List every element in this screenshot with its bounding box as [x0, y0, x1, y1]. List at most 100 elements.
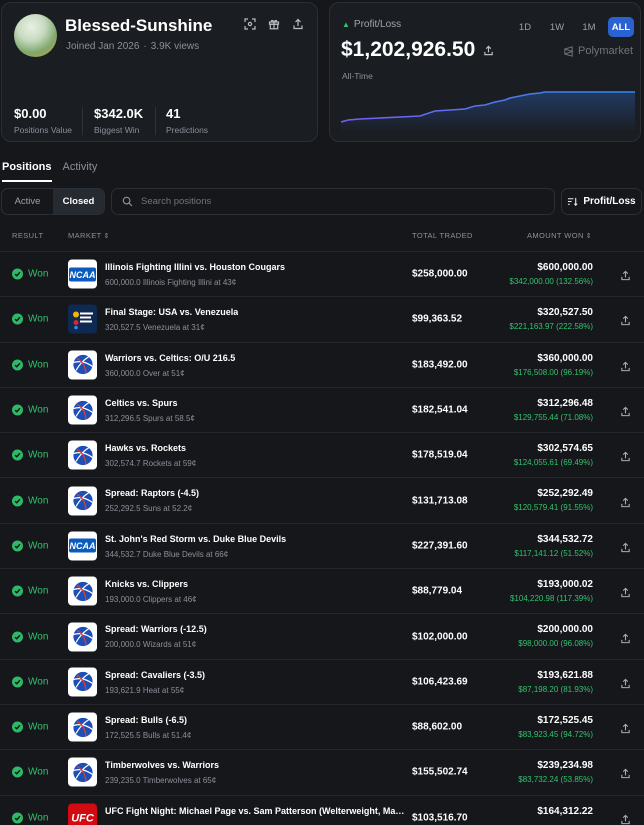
market-logo [68, 667, 97, 697]
profit-change: $120,579.41 (91.55%) [513, 503, 593, 513]
profile-meta: Joined Jan 2026 · 3.9K views [66, 41, 199, 52]
amount-won: $600,000.00 [537, 262, 593, 273]
market-title[interactable]: Hawks vs. Rockets [105, 443, 186, 453]
profit-change: $221,163.97 (222.58%) [509, 322, 593, 332]
total-traded: $106,423.69 [412, 676, 468, 688]
sort-profit-loss-button[interactable]: Profit/Loss [561, 188, 642, 215]
share-icon[interactable] [291, 17, 305, 31]
share-icon[interactable] [620, 676, 632, 688]
share-icon[interactable] [620, 812, 632, 824]
position-row[interactable]: Won Knicks vs. Clippers 193,000.0 Clippe… [0, 568, 644, 613]
result-label: Won [28, 721, 49, 733]
share-icon[interactable] [620, 766, 632, 779]
filter-closed-button[interactable]: Closed [53, 189, 104, 214]
share-icon[interactable] [620, 540, 632, 553]
gift-icon[interactable] [267, 17, 281, 31]
position-row[interactable]: Won Spread: Bulls (-6.5) 172,525.5 Bulls… [0, 703, 644, 749]
position-row[interactable]: Won Final Stage: USA vs. Venezuela 320,5… [0, 296, 644, 341]
check-circle-icon [12, 540, 23, 552]
position-row[interactable]: Won NCAA St. John's Red Storm vs. Duke B… [0, 522, 644, 568]
sort-arrows-icon: ⇕ [103, 232, 110, 240]
check-circle-icon [12, 585, 23, 597]
market-title[interactable]: Illinois Fighting Illini vs. Houston Cou… [105, 262, 285, 272]
market-title[interactable]: Spread: Raptors (-4.5) [105, 488, 199, 498]
position-row[interactable]: Won Timberwolves vs. Warriors 239,235.0 … [0, 749, 644, 794]
avatar[interactable] [14, 14, 57, 57]
amount-won: $360,000.00 [537, 352, 593, 364]
position-row[interactable]: Won Spread: Warriors (-12.5) 200,000.0 W… [0, 613, 644, 658]
total-traded: $88,602.00 [412, 721, 463, 733]
stat-label: Predictions [166, 125, 209, 135]
total-traded: $99,363.52 [412, 313, 463, 325]
search-input[interactable] [141, 196, 521, 207]
scan-icon[interactable] [243, 17, 257, 31]
up-triangle-icon: ▲ [342, 20, 350, 29]
svg-text:NCAA: NCAA [70, 541, 96, 551]
market-title[interactable]: Knicks vs. Clippers [105, 579, 188, 589]
check-circle-icon [12, 404, 23, 416]
pnl-chart [340, 91, 635, 131]
share-icon[interactable] [620, 449, 632, 462]
market-logo: NCAA [68, 531, 97, 561]
time-range-selector: 1D 1W 1M ALL [512, 17, 634, 37]
column-market[interactable]: MARKET ⇕ [68, 231, 110, 240]
share-icon[interactable] [620, 495, 632, 507]
range-all[interactable]: ALL [608, 17, 634, 37]
share-icon[interactable] [620, 268, 632, 281]
tab-activity[interactable]: Activity [63, 161, 98, 182]
market-title[interactable]: St. John's Red Storm vs. Duke Blue Devil… [105, 534, 286, 544]
market-title[interactable]: Warriors vs. Celtics: O/U 216.5 [105, 353, 235, 363]
stat-label: Positions Value [14, 125, 72, 135]
market-title[interactable]: Spread: Warriors (-12.5) [105, 624, 207, 634]
market-title[interactable]: Final Stage: USA vs. Venezuela [105, 307, 238, 317]
position-row[interactable]: Won NCAA Illinois Fighting Illini vs. Ho… [0, 251, 644, 296]
market-title[interactable]: Timberwolves vs. Warriors [105, 760, 219, 770]
market-logo: UFC [68, 803, 97, 825]
range-1w[interactable]: 1W [544, 17, 570, 37]
ncaa-logo-icon: NCAA [69, 267, 96, 282]
market-title[interactable]: UFC Fight Night: Michael Page vs. Sam Pa… [105, 806, 405, 816]
market-title[interactable]: Spread: Cavaliers (-3.5) [105, 670, 205, 680]
share-icon[interactable] [483, 45, 494, 56]
result-won: Won [12, 631, 48, 643]
result-label: Won [28, 495, 49, 507]
profit-loss-value-row: $1,202,926.50 [341, 38, 494, 62]
check-circle-icon [12, 812, 23, 824]
nba-logo-icon [72, 444, 93, 466]
result-label: Won [28, 359, 49, 371]
share-icon[interactable] [620, 721, 632, 734]
amount-won: $193,621.88 [537, 669, 593, 681]
ufc-logo-icon: UFC [71, 813, 95, 825]
stat-predictions: 41 Predictions [166, 106, 208, 135]
position-row[interactable]: Won Celtics vs. Spurs 312,296.5 Spurs at… [0, 386, 644, 432]
position-row[interactable]: Won Hawks vs. Rockets 302,574.7 Rockets … [0, 432, 644, 477]
column-amount-won-label: AMOUNT WON [527, 231, 584, 240]
range-1d[interactable]: 1D [512, 17, 538, 37]
amount-won: $252,292.49 [537, 488, 593, 500]
check-circle-icon [12, 676, 23, 688]
share-icon[interactable] [620, 631, 632, 643]
market-title[interactable]: Celtics vs. Spurs [105, 398, 178, 408]
result-won: Won [12, 812, 48, 824]
column-amount-won[interactable]: AMOUNT WON ⇕ [527, 231, 592, 240]
position-row[interactable]: Won Spread: Raptors (-4.5) 252,292.5 Sun… [0, 477, 644, 522]
position-row[interactable]: Won Warriors vs. Celtics: O/U 216.5 360,… [0, 341, 644, 387]
share-icon[interactable] [620, 359, 632, 371]
share-icon[interactable] [620, 404, 632, 417]
share-icon[interactable] [620, 585, 632, 598]
range-1m[interactable]: 1M [576, 17, 602, 37]
profit-change: $342,000.00 (132.56%) [509, 277, 593, 286]
market-logo [68, 440, 97, 470]
filter-active-button[interactable]: Active [2, 189, 53, 214]
joined-date: Joined Jan 2026 [66, 41, 140, 52]
position-row[interactable]: Won Spread: Cavaliers (-3.5) 193,621.9 H… [0, 658, 644, 704]
share-icon[interactable] [620, 313, 632, 326]
position-row[interactable]: Won UFC UFC Fight Night: Michael Page vs… [0, 794, 644, 825]
tab-positions[interactable]: Positions [2, 161, 52, 182]
market-title[interactable]: Spread: Bulls (-6.5) [105, 715, 187, 725]
search-icon [122, 196, 133, 207]
main-tabs: Positions Activity [2, 161, 97, 182]
market-logo [68, 350, 97, 380]
market-outcome: 239,235.0 Timberwolves at 65¢ [105, 776, 217, 786]
profit-loss-card: ▲ Profit/Loss $1,202,926.50 All-Time 1D … [329, 2, 641, 142]
